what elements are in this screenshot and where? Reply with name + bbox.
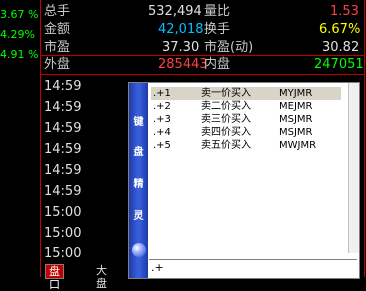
- item-abbr: MEJMR: [279, 101, 313, 112]
- percent-value: 4.29%: [0, 28, 35, 41]
- stat-label: 金额: [44, 22, 71, 37]
- percent-value: 4.91 %: [0, 48, 39, 61]
- left-percent-column: 3.67 % 4.29% 4.91 %: [0, 0, 40, 277]
- stat-label: 总手: [44, 4, 71, 19]
- list-item[interactable]: .+3 卖三价买入 MSJMR: [151, 113, 341, 126]
- item-code: .+4: [153, 127, 171, 138]
- command-input[interactable]: .+: [149, 259, 357, 277]
- item-name: 卖一价买入: [201, 88, 251, 99]
- divider: [364, 0, 365, 277]
- side-label-char: 盘: [133, 147, 144, 158]
- item-name: 卖五价买入: [201, 140, 251, 151]
- item-code: .+5: [153, 140, 171, 151]
- stat-value: 30.82: [322, 40, 360, 55]
- trade-time: 15:00: [44, 205, 82, 220]
- percent-value: 3.67 %: [0, 8, 39, 21]
- stat-label: 换手: [204, 22, 231, 37]
- item-abbr: MYJMR: [279, 88, 313, 99]
- list-scrollbar[interactable]: [348, 83, 359, 253]
- list-item[interactable]: .+5 卖五价买入 MWJMR: [151, 139, 341, 152]
- trade-time: 14:59: [44, 184, 82, 199]
- stat-label: 外盘: [44, 57, 71, 72]
- item-code: .+1: [153, 88, 171, 99]
- trade-time: 14:59: [44, 121, 82, 136]
- trade-time: 15:00: [44, 226, 82, 241]
- orb-icon: [132, 243, 146, 257]
- stat-row-pe: 市盈 37.30 市盈(动) 30.82: [44, 39, 364, 56]
- stat-value: 532,494: [148, 4, 202, 19]
- side-label-char: 精: [133, 179, 144, 190]
- stat-label: 量比: [204, 4, 231, 19]
- item-abbr: MWJMR: [279, 140, 317, 151]
- item-name: 卖二价买入: [201, 101, 251, 112]
- item-abbr: MSJMR: [279, 114, 313, 125]
- keyboard-wizard-sidebar: 键 盘 精 灵: [129, 83, 148, 278]
- divider: [41, 74, 364, 75]
- side-label-char: 键: [133, 117, 144, 128]
- trade-time: 14:59: [44, 163, 82, 178]
- stat-row-outer-inner: 外盘 285443 内盘 247051: [44, 56, 364, 73]
- divider: [40, 0, 41, 277]
- trade-time: 14:59: [44, 142, 82, 157]
- stat-label: 市盈: [44, 40, 71, 55]
- stat-value: 285443: [158, 57, 208, 72]
- stat-row-total-volume: 总手 532,494 量比 1.53: [44, 3, 364, 20]
- stat-value: 6.67%: [319, 22, 361, 37]
- command-input-value: .+: [151, 261, 164, 274]
- list-item[interactable]: .+4 卖四价买入 MSJMR: [151, 126, 341, 139]
- trade-time: 14:59: [44, 79, 82, 94]
- trade-time: 15:00: [44, 246, 82, 261]
- keyboard-wizard-popup: 键 盘 精 灵 .+1 卖一价买入 MYJMR .+2 卖二价买入 MEJMR …: [128, 82, 360, 279]
- stat-row-amount: 金额 42,018 换手 6.67%: [44, 21, 364, 38]
- list-item[interactable]: .+2 卖二价买入 MEJMR: [151, 100, 341, 113]
- side-label-char: 灵: [133, 211, 144, 222]
- stat-value: 247051: [314, 57, 364, 72]
- item-code: .+3: [153, 114, 171, 125]
- tab-market[interactable]: 大盘: [93, 264, 110, 290]
- item-name: 卖三价买入: [201, 114, 251, 125]
- item-code: .+2: [153, 101, 171, 112]
- stat-value: 42,018: [158, 22, 204, 37]
- stat-label: 市盈(动): [204, 40, 254, 55]
- stat-value: 37.30: [162, 40, 200, 55]
- stat-label: 内盘: [204, 57, 231, 72]
- item-name: 卖四价买入: [201, 127, 251, 138]
- trade-time: 14:59: [44, 100, 82, 115]
- divider: [41, 55, 364, 56]
- list-item[interactable]: .+1 卖一价买入 MYJMR: [151, 87, 341, 100]
- stat-value: 1.53: [330, 4, 359, 19]
- item-abbr: MSJMR: [279, 127, 313, 138]
